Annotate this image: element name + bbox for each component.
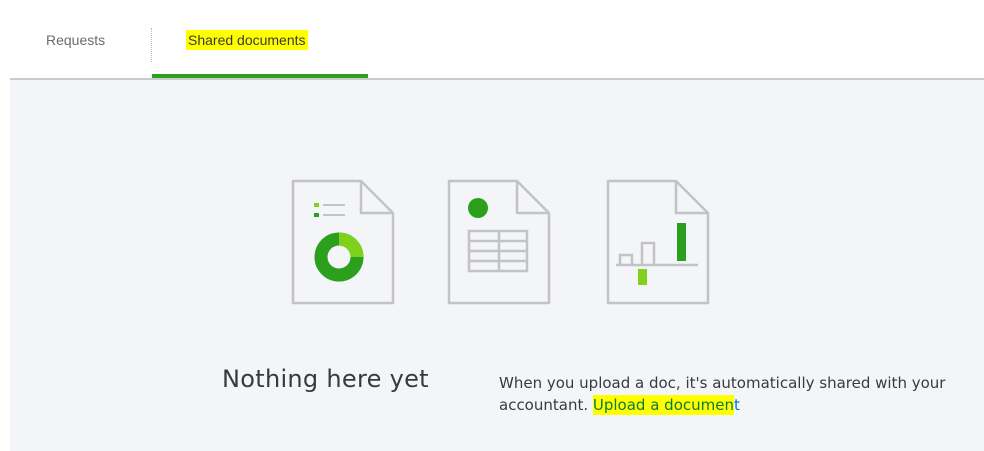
document-bar-chart-icon [606,179,710,305]
document-donut-chart-icon [291,179,395,305]
shared-documents-panel: Requests Shared documents Nothing here y… [10,10,984,451]
document-spreadsheet-icon [447,179,551,305]
upload-document-link[interactable]: Upload a document [592,395,740,415]
empty-state-title: Nothing here yet [222,365,429,393]
upload-document-link-rest: t [733,396,740,414]
upload-document-link-highlighted: Upload a documen [592,395,734,415]
empty-state-description: When you upload a doc, it's automaticall… [499,372,969,416]
